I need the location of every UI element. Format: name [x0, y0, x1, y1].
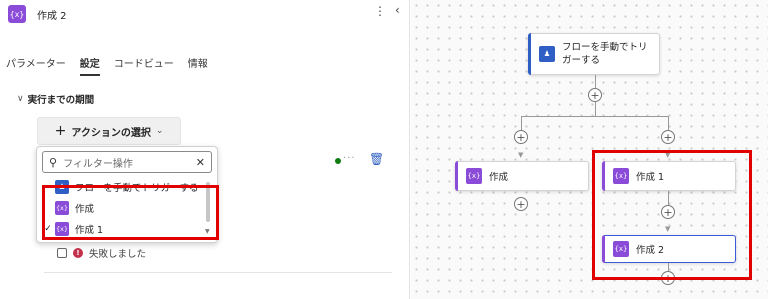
search-icon: ⚲ [49, 155, 58, 169]
node-label: 作成 [489, 172, 509, 183]
add-step-button[interactable]: + [514, 197, 528, 211]
more-options-icon[interactable]: ⋮ [374, 4, 386, 18]
node-label-line2: ガーする [562, 55, 601, 66]
more-options-icon[interactable]: ··· [343, 153, 356, 164]
compose-icon: {x} [466, 168, 482, 184]
tab-bar: パラメーター 設定 コードビュー 情報 [6, 55, 208, 76]
filter-input[interactable]: ⚲ フィルター操作 ✕ [42, 151, 212, 173]
section-title: 実行までの期間 [27, 95, 95, 106]
select-action-label: アクションの選択 [71, 127, 151, 139]
select-action-button[interactable]: + アクションの選択 ⌄ [37, 117, 181, 145]
error-icon: ! [73, 248, 83, 258]
tab-about[interactable]: 情報 [188, 55, 208, 70]
run-after-section[interactable]: ∨ 実行までの期間 [17, 92, 94, 106]
plus-icon: + [54, 123, 67, 139]
clear-icon[interactable]: ✕ [196, 156, 205, 169]
panel-title: 作成 2 [37, 11, 67, 22]
person-icon: ♟ [539, 46, 555, 62]
tab-settings[interactable]: 設定 [79, 55, 100, 76]
node-label-line1: フローを手動でトリ [562, 42, 648, 53]
filter-placeholder: フィルター操作 [63, 158, 133, 170]
collapse-panel-icon[interactable]: ‹ [395, 3, 400, 17]
failed-label: 失敗しました [89, 249, 147, 260]
trigger-node[interactable]: ♟ フローを手動でトリ ガーする [528, 33, 660, 75]
compose-icon: {x} [8, 5, 26, 23]
chevron-down-icon: ∨ [17, 94, 24, 104]
tab-parameters[interactable]: パラメーター [6, 55, 66, 70]
delete-icon[interactable]: 🗑 [369, 152, 384, 166]
failed-option[interactable]: ! 失敗しました [57, 246, 146, 260]
success-status-dot [335, 158, 341, 164]
add-step-button[interactable]: + [588, 88, 602, 102]
add-branch-button[interactable]: + [661, 130, 675, 144]
highlight-box-flow [592, 150, 752, 280]
failed-checkbox[interactable] [57, 248, 67, 258]
action-settings-panel: {x} 作成 2 ⋮ ‹ パラメーター 設定 コードビュー 情報 ∨ 実行までの… [0, 0, 410, 299]
highlight-box-options [42, 185, 219, 240]
add-branch-button[interactable]: + [514, 130, 528, 144]
divider [44, 272, 392, 273]
compose-node[interactable]: {x} 作成 [455, 161, 589, 191]
chevron-down-icon: ⌄ [155, 126, 164, 136]
tab-code-view[interactable]: コードビュー [114, 55, 174, 70]
